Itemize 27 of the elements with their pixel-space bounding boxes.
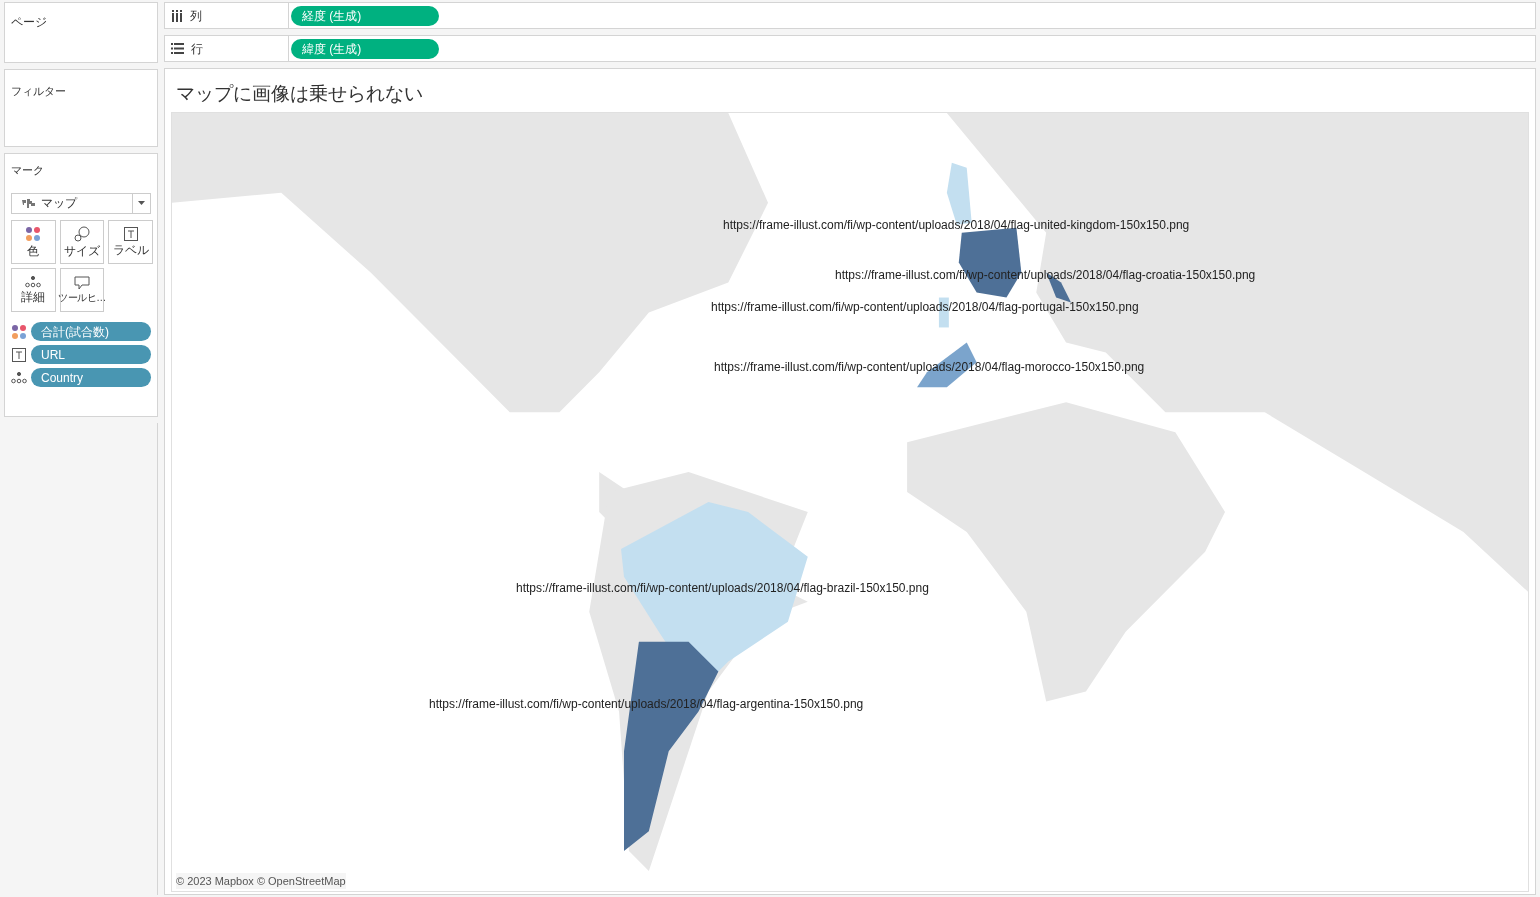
panel-title: フィルター xyxy=(11,85,66,97)
panel-title: ページ xyxy=(11,15,47,29)
view-title: マップに画像は乗せられない xyxy=(175,82,424,106)
mark-card-button[interactable]: サイズ xyxy=(59,219,105,264)
mark-card-button[interactable]: 色 xyxy=(11,219,56,264)
mark-type-dropdown[interactable]: マップ xyxy=(11,192,151,214)
detail-dots-icon xyxy=(25,276,42,288)
mark-card-button[interactable]: 詳細 xyxy=(11,267,56,312)
shelf-label: 列 xyxy=(190,7,202,25)
mark-label: https://frame-illust.com/fi/wp-content/uploads/2018/04/flag-portugal-150x150.png xyxy=(711,301,1139,313)
speech-bubble-icon xyxy=(74,276,90,290)
rows-icon xyxy=(171,43,184,54)
text-icon xyxy=(12,347,26,362)
shelf-label: 行 xyxy=(191,40,203,58)
caret-icon xyxy=(138,201,145,205)
panel-title: マーク xyxy=(11,163,45,178)
text-icon xyxy=(123,227,138,241)
mark-label: https://frame-illust.com/fi/wp-content/uploads/2018/04/flag-united-kingdom-150x150.png xyxy=(723,219,1190,231)
color-dots-icon xyxy=(25,226,42,242)
mark-card-button[interactable]: ツールヒ… xyxy=(59,267,105,312)
mark-label: https://frame-illust.com/fi/wp-content/uploads/2018/04/flag-brazil-150x150.png xyxy=(516,582,929,594)
size-icon xyxy=(74,226,90,242)
columns-icon xyxy=(171,9,183,22)
color-dots-icon xyxy=(11,323,27,340)
detail-dots-icon xyxy=(11,371,27,384)
mark-card-button[interactable]: ラベル xyxy=(108,219,153,264)
map-icon xyxy=(22,198,35,208)
